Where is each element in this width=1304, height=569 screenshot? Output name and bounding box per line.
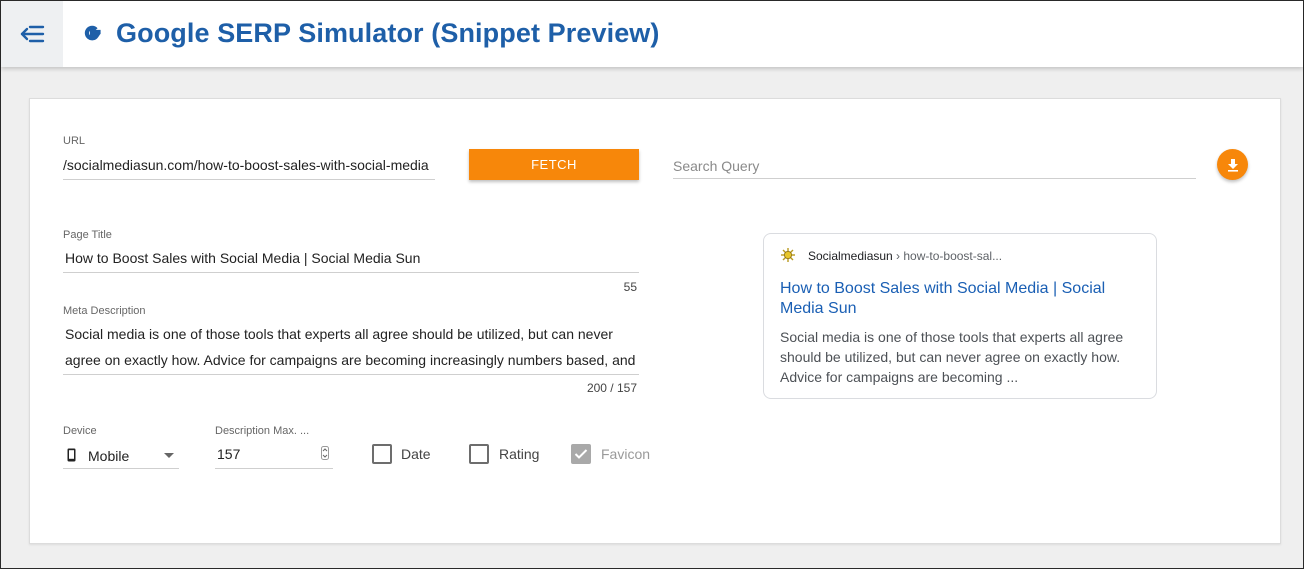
url-label: URL <box>63 135 86 147</box>
description-max-input[interactable]: 157 <box>217 446 240 462</box>
search-query-underline <box>673 178 1196 179</box>
preview-title-link[interactable]: How to Boost Sales with Social Media | S… <box>780 279 1130 319</box>
dropdown-arrow-icon <box>164 453 174 458</box>
device-value: Mobile <box>88 448 130 464</box>
smartphone-icon <box>67 448 76 462</box>
preview-site-name: Socialmediasun <box>808 249 893 263</box>
description-max-underline <box>215 468 333 469</box>
meta-description-underline <box>63 374 639 375</box>
download-button[interactable] <box>1217 149 1248 180</box>
page-title: Google SERP Simulator (Snippet Preview) <box>116 18 660 48</box>
site-favicon-icon <box>781 248 795 262</box>
google-g-icon <box>84 25 101 41</box>
menu-collapse-icon <box>20 25 45 43</box>
page-title-underline <box>63 272 639 273</box>
favicon-checkbox-label: Favicon <box>601 446 651 462</box>
rating-checkbox-label: Rating <box>499 446 540 462</box>
date-checkbox[interactable] <box>372 444 392 464</box>
meta-description-line-1[interactable]: Social media is one of those tools that … <box>65 326 639 342</box>
menu-toggle-button[interactable] <box>1 1 63 67</box>
preview-site-line: Socialmediasun › how-to-boost-sal... <box>808 249 1002 263</box>
page-title-input[interactable]: How to Boost Sales with Social Media | S… <box>65 250 635 266</box>
preview-breadcrumb: › how-to-boost-sal... <box>892 249 1003 263</box>
top-header: Google SERP Simulator (Snippet Preview) <box>1 1 1303 67</box>
app-frame: Google SERP Simulator (Snippet Preview) … <box>0 0 1304 569</box>
meta-description-line-2[interactable]: agree on exactly how. Advice for campaig… <box>65 352 639 368</box>
simulator-card: URL FETCH Page Title How to Boost Sales … <box>29 98 1281 544</box>
date-checkbox-label: Date <box>401 446 431 462</box>
device-select[interactable]: Mobile <box>63 445 179 467</box>
url-input[interactable] <box>63 155 435 175</box>
title-char-counter: 55 <box>623 280 637 294</box>
download-icon <box>1227 158 1238 172</box>
description-max-label: Description Max. ... <box>215 425 310 437</box>
search-query-input[interactable] <box>673 156 1193 176</box>
fetch-button[interactable]: FETCH <box>469 149 639 180</box>
meta-char-counter: 200 / 157 <box>586 381 637 395</box>
preview-description: Social media is one of those tools that … <box>780 329 1124 385</box>
meta-description-label: Meta Description <box>63 305 146 317</box>
serp-snippet-preview: Socialmediasun › how-to-boost-sal... How… <box>763 233 1157 399</box>
url-underline <box>63 179 435 180</box>
device-label: Device <box>63 425 97 437</box>
page-title-label: Page Title <box>63 229 112 241</box>
number-spinner-icon[interactable] <box>321 446 329 460</box>
device-underline <box>63 468 179 469</box>
checkmark-icon <box>574 449 588 459</box>
favicon-checkbox[interactable] <box>571 444 591 464</box>
rating-checkbox[interactable] <box>469 444 489 464</box>
